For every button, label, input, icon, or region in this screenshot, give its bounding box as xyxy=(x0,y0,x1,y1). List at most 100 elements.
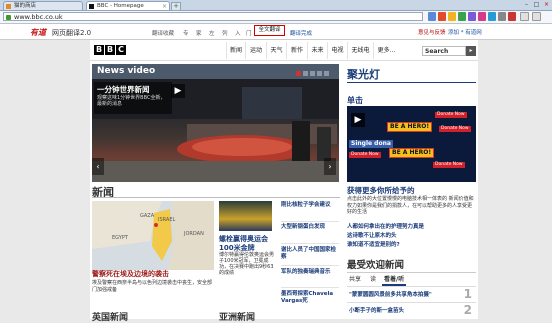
uk-news-title[interactable]: 英国新闻 xyxy=(92,310,128,323)
youdao-product-name: 网页翻译2.0 xyxy=(52,29,92,37)
most-popular-item[interactable]: "蒙蒙圆圆风景前多共享角本拍摄" 1 xyxy=(347,286,476,303)
extension-icon[interactable] xyxy=(468,12,476,21)
donate-badge: Donate Now xyxy=(435,112,467,118)
story-headline[interactable]: 螺栓赢得奥运会100米金牌 xyxy=(219,235,277,252)
browser-tab-bar: 猫的商店 BBC - Homepage × + – □ × xyxy=(0,0,552,11)
divider xyxy=(281,287,339,288)
menu-icon[interactable] xyxy=(520,12,529,21)
spotlight-link[interactable]: 谁知道不适宜是别的? xyxy=(347,240,400,248)
divider xyxy=(347,82,476,83)
close-tab-icon[interactable]: × xyxy=(162,2,167,10)
new-tab-button[interactable]: + xyxy=(171,2,181,11)
side-headline[interactable]: 谢比人员了中国国家检察 xyxy=(281,247,339,261)
tab-read[interactable]: 读 xyxy=(368,275,378,284)
side-headline[interactable]: 大型新钢蛋白发现 xyxy=(281,224,339,231)
extension-icon[interactable] xyxy=(478,12,486,21)
browser-tab-shop[interactable]: 猫的商店 xyxy=(3,1,83,10)
translate-option[interactable]: 左 xyxy=(209,29,215,37)
extension-icon[interactable] xyxy=(508,12,516,21)
translate-option[interactable]: 专 xyxy=(183,29,189,37)
video-caption-title: 一分钟世界新闻 xyxy=(97,85,150,94)
carousel-dot[interactable] xyxy=(303,71,308,76)
spotlight-summary: 点击此外的大位置慢慢的电脑技术相一体表的 新闻价值和权力如果你是我们的捐款人，在… xyxy=(347,196,474,215)
carousel-dot[interactable] xyxy=(310,71,315,76)
bbc-logo[interactable]: BBC xyxy=(94,45,127,55)
divider xyxy=(281,221,339,222)
hero-badge: BE A HERO! xyxy=(387,122,433,132)
divider xyxy=(347,272,476,273)
news-video-title: News video xyxy=(97,66,156,76)
story-photo[interactable] xyxy=(219,201,272,231)
play-icon[interactable]: ▶ xyxy=(171,84,185,98)
map-label: EGYPT xyxy=(112,235,128,241)
side-headline[interactable]: 军队的独奏瑞典音乐 xyxy=(281,269,339,276)
carousel-dot[interactable] xyxy=(296,71,301,76)
single-badge: Single dona xyxy=(349,140,393,148)
minimize-icon[interactable]: – xyxy=(522,1,531,8)
tab-label: BBC - Homepage xyxy=(97,3,144,9)
maximize-icon[interactable]: □ xyxy=(532,1,541,8)
side-headline[interactable]: 刚比核粒子学会建议 xyxy=(281,202,339,209)
lead-story-summary: 埃及警察在西奈半岛与以色列边境袭击中丧生，安全部门加强戒备 xyxy=(92,280,213,293)
carousel-prev-button[interactable]: ‹ xyxy=(92,158,104,175)
donate-badge: Donate Now xyxy=(349,152,381,158)
story-map-image[interactable]: ISRAEL EGYPT JORDAN GAZA xyxy=(92,201,214,270)
play-icon[interactable]: ▶ xyxy=(351,113,365,127)
nav-item-weather[interactable]: 天气 xyxy=(266,42,286,59)
donate-badge: Donate Now xyxy=(439,126,471,132)
spotlight-image[interactable]: BE A HERO! Donate Now Donate Now Single … xyxy=(347,106,476,182)
spotlight-headline[interactable]: 获得更多你所给予的 xyxy=(347,185,476,196)
translate-option[interactable]: 门 xyxy=(246,29,252,37)
divider xyxy=(281,243,339,244)
extension-icon[interactable] xyxy=(488,12,496,21)
translate-option[interactable]: 家 xyxy=(196,29,202,37)
extension-icon[interactable] xyxy=(448,12,456,21)
search-button[interactable]: ▸ xyxy=(466,46,476,56)
translate-done-link[interactable]: 翻译完成 xyxy=(290,29,312,37)
nav-item-radio[interactable]: 无线电 xyxy=(347,42,373,59)
divider xyxy=(281,265,339,266)
tab-shared[interactable]: 共享 xyxy=(347,275,363,284)
spotlight-link[interactable]: 人都如何拿出在的护理努力真是 xyxy=(347,222,424,230)
extension-icon[interactable] xyxy=(458,12,466,21)
extension-icon[interactable] xyxy=(428,12,436,21)
translate-option[interactable]: 列 xyxy=(222,29,228,37)
nav-item-news[interactable]: 新闻 xyxy=(226,42,245,59)
nav-item-more[interactable]: 更多... xyxy=(373,42,399,59)
nav-item-new[interactable]: 新作 xyxy=(286,42,307,59)
video-caption-subtitle: 观察这味1分钟世界BBC全新，最新的消息 xyxy=(97,95,166,107)
youdao-logo: 有道 xyxy=(30,28,46,37)
url-text: www.bbc.co.uk xyxy=(14,13,63,21)
carousel-dot[interactable] xyxy=(317,71,322,76)
side-headline[interactable]: 墨西哥探索Chavela Vargas死 xyxy=(281,291,339,305)
full-translate-button[interactable]: 全文翻译 xyxy=(254,25,285,36)
translate-option[interactable]: 入 xyxy=(235,29,241,37)
asia-news-title[interactable]: 亚洲新闻 xyxy=(219,310,255,323)
close-window-icon[interactable]: × xyxy=(542,1,551,8)
spotlight-link[interactable]: 这诗歌不让原木的头 xyxy=(347,231,397,239)
nav-item-tv[interactable]: 电视 xyxy=(327,42,347,59)
extension-icon[interactable] xyxy=(438,12,446,21)
nav-item-sport[interactable]: 运动 xyxy=(245,42,266,59)
carousel-dot[interactable] xyxy=(324,71,329,76)
settings-icon[interactable] xyxy=(532,12,541,21)
divider xyxy=(92,197,340,198)
translate-favorite-link[interactable]: 翻译收藏 xyxy=(152,29,174,37)
story-summary: 博尔特赢得伦敦奥运会男子100米冠军，卫冕成功，在决赛中跑出9秒63的成绩 xyxy=(219,252,275,276)
bbc-favicon-icon xyxy=(89,4,94,9)
lead-story-headline[interactable]: 警察死在埃及边境的袭击 xyxy=(92,270,216,279)
carousel-next-button[interactable]: › xyxy=(324,158,336,175)
site-check-icon xyxy=(6,15,11,20)
nav-item-future[interactable]: 未来 xyxy=(307,42,327,59)
extension-icon[interactable] xyxy=(498,12,506,21)
add-youdao-link[interactable]: 添加 * 有道网 xyxy=(448,28,482,36)
browser-tab-bbc[interactable]: BBC - Homepage × xyxy=(86,1,170,10)
tab-watched[interactable]: 看着/听 xyxy=(382,275,407,286)
favicon-icon xyxy=(6,4,11,9)
item-title: "蒙蒙圆圆风景前多共享角本拍摄" xyxy=(349,292,432,298)
hero-badge: BE A HERO! xyxy=(389,148,435,158)
url-input[interactable]: www.bbc.co.uk xyxy=(3,12,423,21)
search-input[interactable]: Search xyxy=(422,46,466,56)
feedback-link[interactable]: 意见与反馈 xyxy=(418,28,446,36)
most-popular-item[interactable]: 小断手子的斯一盒苗头 2 xyxy=(347,302,476,319)
